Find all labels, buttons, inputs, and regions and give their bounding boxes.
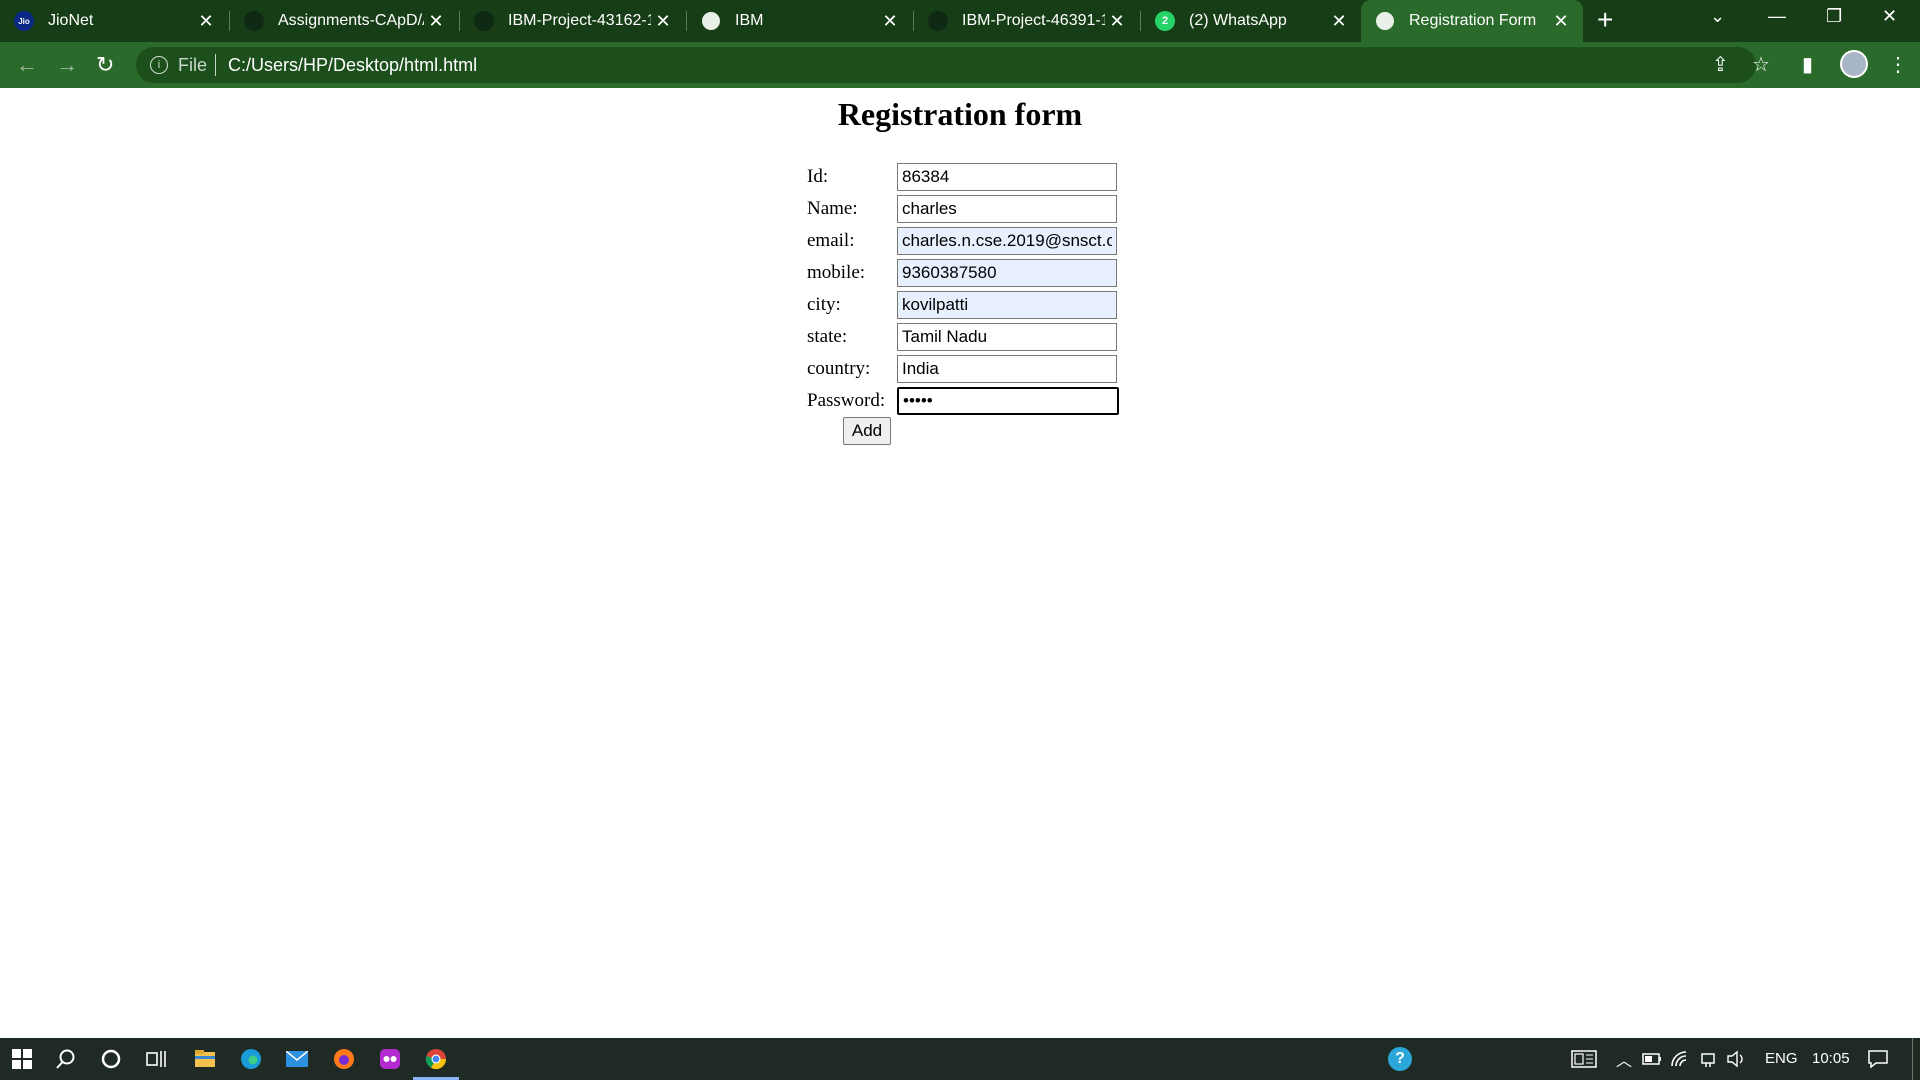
github-icon xyxy=(474,11,494,31)
tab-search-chevron-icon[interactable]: ⌄ xyxy=(1710,6,1725,27)
windows-taskbar: ? ︿ ENG 10:05 xyxy=(0,1038,1920,1080)
tab-title: IBM-Project-46391-1( xyxy=(962,12,1105,29)
add-button[interactable]: Add xyxy=(843,417,891,445)
mobile-input[interactable] xyxy=(897,259,1117,287)
form-row-email: email: xyxy=(807,226,1119,256)
city-input[interactable] xyxy=(897,291,1117,319)
scheme-label: File xyxy=(178,54,208,75)
side-panel-icon[interactable]: ▮ xyxy=(1802,52,1813,77)
tab-title: Registration Form xyxy=(1409,12,1537,29)
firefox-icon[interactable] xyxy=(330,1045,358,1073)
id-input[interactable] xyxy=(897,163,1117,191)
info-icon[interactable]: i xyxy=(150,56,168,74)
jio-icon: Jio xyxy=(14,11,34,31)
close-icon[interactable]: ✕ xyxy=(1105,11,1129,32)
kebab-menu-icon[interactable]: ⋮ xyxy=(1888,52,1908,77)
chevron-up-icon[interactable]: ︿ xyxy=(1610,1045,1638,1073)
form-row-city: city: xyxy=(807,290,1119,320)
omnibox-divider xyxy=(215,54,217,76)
close-icon[interactable]: ✕ xyxy=(424,11,448,32)
country-input[interactable] xyxy=(897,355,1117,383)
page-title: Registration form xyxy=(837,96,1083,132)
url-text[interactable]: C:/Users/HP/Desktop/html.html xyxy=(228,55,477,76)
tab-ibm-project-43162[interactable]: IBM-Project-43162-1( ✕ xyxy=(460,0,685,42)
tab-jionet[interactable]: Jio JioNet ✕ xyxy=(0,0,228,42)
state-input[interactable] xyxy=(897,323,1117,351)
country-label: country: xyxy=(807,358,871,379)
tab-ibm[interactable]: IBM ✕ xyxy=(687,0,912,42)
volume-icon[interactable] xyxy=(1722,1045,1750,1073)
clock[interactable]: 10:05 xyxy=(1812,1050,1850,1067)
power-plug-icon[interactable] xyxy=(1694,1045,1722,1073)
file-explorer-icon[interactable] xyxy=(191,1045,219,1073)
window-close-icon[interactable]: ✕ xyxy=(1882,6,1897,27)
share-icon[interactable]: ⇪ xyxy=(1712,52,1729,77)
form-row-password: Password: xyxy=(807,386,1119,416)
globe-icon xyxy=(701,11,721,31)
windows-start-icon[interactable] xyxy=(8,1045,36,1073)
news-widget-icon[interactable] xyxy=(1570,1045,1598,1073)
address-bar[interactable]: i File C:/Users/HP/Desktop/html.html xyxy=(136,47,1756,83)
profile-avatar[interactable] xyxy=(1840,50,1868,78)
mail-icon[interactable] xyxy=(283,1045,311,1073)
tab-strip: Jio JioNet ✕ Assignments-CApD/A ✕ IBM-Pr… xyxy=(0,0,1920,42)
search-icon[interactable] xyxy=(52,1045,80,1073)
close-icon[interactable]: ✕ xyxy=(1327,11,1351,32)
forward-arrow-icon[interactable]: → xyxy=(56,52,78,78)
tab-title: IBM xyxy=(735,12,764,29)
new-tab-plus-icon[interactable]: + xyxy=(1597,4,1613,36)
tab-title: IBM-Project-43162-1( xyxy=(508,12,651,29)
email-input[interactable] xyxy=(897,227,1117,255)
city-label: city: xyxy=(807,294,841,315)
id-label: Id: xyxy=(807,166,829,187)
battery-icon[interactable] xyxy=(1638,1045,1666,1073)
tab-whatsapp[interactable]: 2 (2) WhatsApp ✕ xyxy=(1141,0,1361,42)
name-label: Name: xyxy=(807,198,858,219)
whatsapp-icon: 2 xyxy=(1155,11,1175,31)
help-icon[interactable]: ? xyxy=(1386,1045,1414,1073)
globe-icon xyxy=(1375,11,1395,31)
form-row-name: Name: xyxy=(807,194,1119,224)
tab-title: (2) WhatsApp xyxy=(1189,12,1287,29)
toolbar: ← → ↻ i File C:/Users/HP/Desktop/html.ht… xyxy=(0,42,1920,88)
github-icon xyxy=(244,11,264,31)
tab-title: Assignments-CApD/A xyxy=(278,12,424,29)
form-row-id: Id: xyxy=(807,162,1119,192)
registration-form: Id: Name: email: mobile: city: state: co… xyxy=(805,160,1121,418)
bookmark-star-icon[interactable]: ☆ xyxy=(1752,52,1770,77)
reload-icon[interactable]: ↻ xyxy=(96,52,114,78)
minimize-icon[interactable]: — xyxy=(1768,6,1786,27)
language-indicator[interactable]: ENG xyxy=(1765,1050,1798,1067)
close-icon[interactable]: ✕ xyxy=(651,11,675,32)
cortana-icon[interactable] xyxy=(97,1045,125,1073)
wifi-icon[interactable] xyxy=(1666,1045,1694,1073)
mobile-label: mobile: xyxy=(807,262,866,283)
page-content: Registration form Id: Name: email: mobil… xyxy=(0,88,1920,1038)
close-icon[interactable]: ✕ xyxy=(878,11,902,32)
show-desktop-divider[interactable] xyxy=(1912,1038,1913,1080)
notification-icon[interactable] xyxy=(1864,1045,1892,1073)
tab-title: JioNet xyxy=(48,12,94,29)
form-row-state: state: xyxy=(807,322,1119,352)
form-row-mobile: mobile: xyxy=(807,258,1119,288)
back-arrow-icon[interactable]: ← xyxy=(16,52,38,78)
email-label: email: xyxy=(807,230,855,251)
state-label: state: xyxy=(807,326,848,347)
close-icon[interactable]: ✕ xyxy=(1549,11,1573,32)
tab-assignments[interactable]: Assignments-CApD/A ✕ xyxy=(230,0,458,42)
form-row-country: country: xyxy=(807,354,1119,384)
chrome-icon[interactable] xyxy=(422,1045,450,1073)
github-icon xyxy=(928,11,948,31)
tab-ibm-project-46391[interactable]: IBM-Project-46391-1( ✕ xyxy=(914,0,1139,42)
name-input[interactable] xyxy=(897,195,1117,223)
app-icon[interactable] xyxy=(376,1045,404,1073)
restore-icon[interactable]: ❐ xyxy=(1826,6,1842,27)
password-input[interactable] xyxy=(897,387,1119,415)
tab-registration-form[interactable]: Registration Form ✕ xyxy=(1361,0,1583,42)
task-view-icon[interactable] xyxy=(142,1045,170,1073)
edge-icon[interactable] xyxy=(237,1045,265,1073)
password-label: Password: xyxy=(807,390,886,411)
close-icon[interactable]: ✕ xyxy=(194,11,218,32)
